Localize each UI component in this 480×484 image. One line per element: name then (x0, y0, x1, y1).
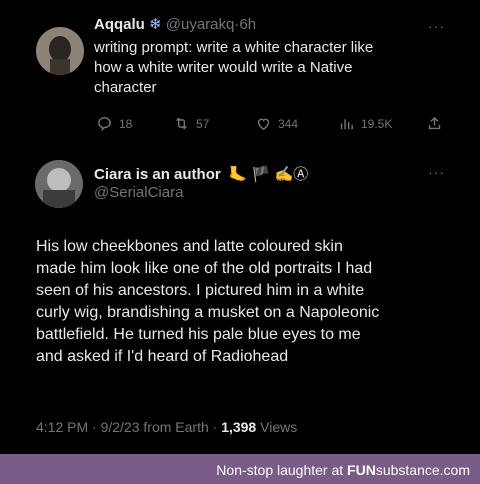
like-button[interactable]: 344 (255, 115, 298, 132)
tweet-text-line: battlefield. He turned his pale blue eye… (36, 326, 361, 343)
retweet-icon (176, 117, 187, 130)
brand-bold: FUN (347, 462, 376, 478)
tweet-timestamp[interactable]: 4:12 PM · 9/2/23 from Earth · (36, 419, 221, 435)
tweet1-text: writing prompt: write a white character … (94, 38, 373, 98)
views-count: 1,398 (221, 419, 257, 435)
views-button[interactable]: 19.5K (338, 115, 392, 132)
handle[interactable]: @SerialCiara (94, 184, 183, 201)
views-label: Views (256, 419, 298, 435)
watermark-text: Non-stop laughter at FUNsubstance.com (216, 462, 470, 478)
brand-rest: substance.com (375, 462, 470, 478)
tweet-text-line: and asked if I'd heard of Radiohead (36, 348, 289, 365)
avatar-image (35, 160, 83, 208)
timestamp[interactable]: 6h (239, 16, 256, 33)
watermark-prefix: Non-stop laughter at (216, 462, 348, 478)
avatar[interactable] (36, 27, 84, 75)
tweet-text-line: curly wig, brandishing a musket on a Nap… (36, 304, 380, 321)
tweet-text-line: seen of his ancestors. I pictured him in… (36, 282, 365, 299)
share-button[interactable] (426, 115, 443, 132)
display-name[interactable]: Ciara is an author (94, 166, 221, 183)
reply-count: 18 (119, 116, 133, 131)
heart-icon (257, 118, 270, 131)
tweet-text-line: made him look like one of the old portra… (36, 260, 373, 277)
avatar[interactable] (35, 160, 83, 208)
tweet2-header: Ciara is an author 🦶 🏴 ✍Ⓐ (94, 163, 308, 184)
like-count: 344 (278, 116, 299, 131)
avatar-image (36, 27, 84, 75)
more-options-icon[interactable]: ··· (428, 18, 445, 34)
tweet2-text: His low cheekbones and latte coloured sk… (36, 236, 379, 368)
tweet-text-line: His low cheekbones and latte coloured sk… (36, 238, 343, 255)
share-icon (428, 116, 441, 130)
retweet-button[interactable]: 57 (173, 115, 209, 132)
reply-button[interactable]: 18 (96, 115, 132, 132)
tweet-text-line: character (94, 79, 157, 96)
handle[interactable]: @uyarakq (166, 16, 235, 33)
watermark-banner: Non-stop laughter at FUNsubstance.com (0, 454, 480, 484)
name-emoji: 🦶 🏴 ✍Ⓐ (228, 166, 309, 183)
views-chart-icon (340, 119, 353, 130)
reply-icon (98, 117, 111, 132)
tweet1-header: Aqqalu ❄ @uyarakq·6h (94, 15, 256, 33)
more-options-icon[interactable]: ··· (428, 164, 445, 180)
tweet-text-line: writing prompt: write a white character … (94, 39, 374, 56)
snowflake-icon: ❄ (149, 16, 162, 33)
display-name[interactable]: Aqqalu (94, 16, 145, 33)
views-count: 19.5K (361, 116, 393, 131)
tweet-text-line: how a white writer would write a Native (94, 59, 353, 76)
tweet-meta: 4:12 PM · 9/2/23 from Earth · 1,398 View… (36, 419, 297, 435)
retweet-count: 57 (196, 116, 210, 131)
